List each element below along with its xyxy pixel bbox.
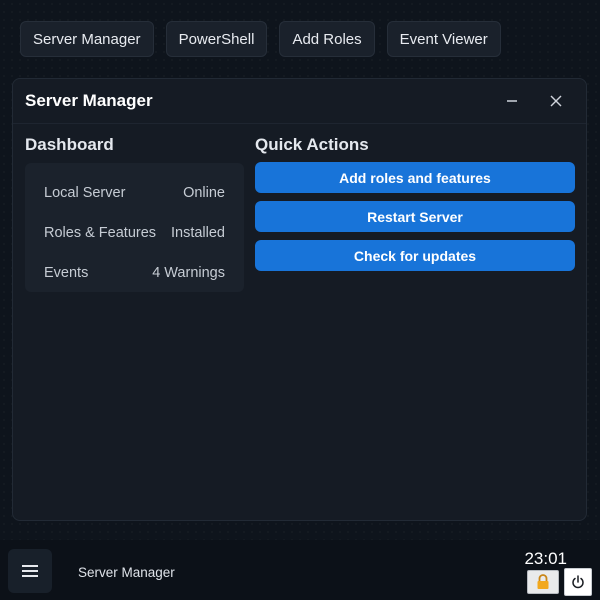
desktop: Server Manager PowerShell Add Roles Even… (0, 0, 600, 600)
launch-add-roles-button[interactable]: Add Roles (279, 21, 375, 57)
check-for-updates-button[interactable]: Check for updates (255, 240, 575, 271)
taskbar: Server Manager 23:01 (0, 540, 600, 600)
close-icon (550, 95, 562, 107)
window-controls (494, 86, 574, 116)
start-menu-button[interactable] (8, 549, 52, 593)
server-manager-window: Server Manager Dashboard Local Server On… (12, 78, 587, 521)
dashboard-heading: Dashboard (25, 135, 114, 154)
app-launcher-bar: Server Manager PowerShell Add Roles Even… (20, 21, 501, 57)
quick-actions-heading: Quick Actions (255, 135, 369, 154)
launch-server-manager-button[interactable]: Server Manager (20, 21, 154, 57)
dashboard-row-label: Local Server (44, 185, 126, 201)
window-titlebar[interactable]: Server Manager (13, 79, 586, 124)
lock-button[interactable] (527, 570, 559, 594)
power-button[interactable] (564, 568, 592, 596)
dashboard-row-local-server[interactable]: Local Server Online (44, 173, 225, 213)
dashboard-row-events[interactable]: Events 4 Warnings (44, 253, 225, 293)
dashboard-row-roles-features[interactable]: Roles & Features Installed (44, 213, 225, 253)
dashboard-card: Local Server Online Roles & Features Ins… (25, 163, 244, 292)
lock-icon (537, 574, 549, 589)
dashboard-row-value: 4 Warnings (152, 265, 225, 281)
window-title: Server Manager (25, 91, 153, 110)
close-button[interactable] (538, 86, 574, 116)
power-icon (572, 575, 584, 589)
taskbar-app-server-manager[interactable]: Server Manager (78, 565, 175, 580)
dashboard-row-label: Events (44, 265, 89, 281)
restart-server-button[interactable]: Restart Server (255, 201, 575, 232)
minimize-icon (507, 100, 517, 102)
dashboard-row-value: Installed (170, 225, 225, 241)
launch-event-viewer-button[interactable]: Event Viewer (386, 21, 501, 57)
launch-powershell-button[interactable]: PowerShell (165, 21, 268, 57)
menu-icon (22, 565, 38, 577)
taskbar-clock: 23:01 (524, 549, 567, 568)
minimize-button[interactable] (494, 86, 530, 116)
dashboard-row-value: Online (183, 185, 225, 201)
add-roles-and-features-button[interactable]: Add roles and features (255, 162, 575, 193)
dashboard-row-label: Roles & Features (44, 225, 157, 241)
